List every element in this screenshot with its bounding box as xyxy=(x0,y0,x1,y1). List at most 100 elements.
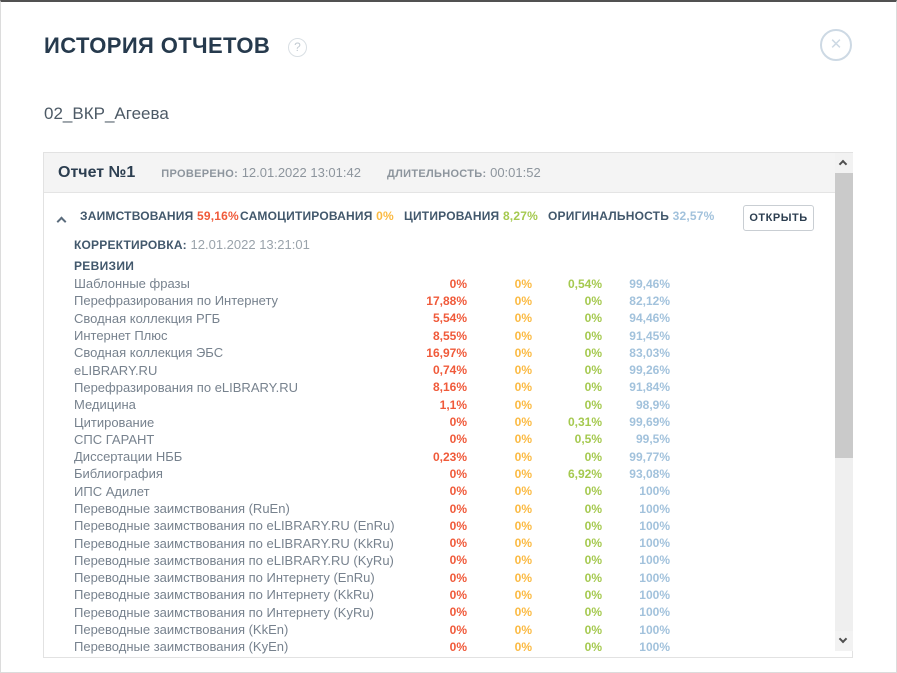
row-value-self-citations: 0% xyxy=(467,467,532,481)
open-report-button[interactable]: ОТКРЫТЬ xyxy=(743,205,814,231)
row-value-citations: 0,54% xyxy=(532,277,602,291)
row-value-borrowings: 0% xyxy=(422,502,467,516)
stat-citations-label: ЦИТИРОВАНИЯ xyxy=(404,209,499,223)
table-row: Переводные заимствования по eLIBRARY.RU … xyxy=(44,517,832,534)
duration-label: ДЛИТЕЛЬНОСТЬ: xyxy=(387,168,487,180)
row-label: Цитирование xyxy=(74,415,422,430)
collapse-chevron-icon[interactable] xyxy=(58,212,72,224)
row-value-self-citations: 0% xyxy=(467,623,532,637)
row-label: Переводные заимствования по Интернету (K… xyxy=(74,605,422,620)
stat-self-citations-label: САМОЦИТИРОВАНИЯ xyxy=(240,209,373,223)
close-icon: ✕ xyxy=(830,36,843,53)
row-value-self-citations: 0% xyxy=(467,380,532,394)
row-label: Диссертации НББ xyxy=(74,449,422,464)
row-value-citations: 0% xyxy=(532,346,602,360)
row-value-citations: 0% xyxy=(532,553,602,567)
row-value-originality: 91,45% xyxy=(602,329,670,343)
row-value-borrowings: 0,23% xyxy=(422,450,467,464)
row-value-self-citations: 0% xyxy=(467,329,532,343)
row-value-citations: 0% xyxy=(532,536,602,550)
row-label: Переводные заимствования по Интернету (K… xyxy=(74,587,422,602)
row-value-originality: 82,12% xyxy=(602,294,670,308)
row-value-self-citations: 0% xyxy=(467,484,532,498)
table-row: Переводные заимствования (KkEn) 0% 0% 0%… xyxy=(44,621,832,638)
row-value-originality: 99,69% xyxy=(602,415,670,429)
row-value-borrowings: 0% xyxy=(422,640,467,654)
chevron-down-icon xyxy=(839,635,847,643)
row-value-originality: 100% xyxy=(602,623,670,637)
row-value-citations: 0% xyxy=(532,363,602,377)
row-value-originality: 100% xyxy=(602,502,670,516)
row-value-borrowings: 0% xyxy=(422,432,467,446)
correction-value: 12.01.2022 13:21:01 xyxy=(191,237,310,252)
table-row: Перефразирования по Интернету 17,88% 0% … xyxy=(44,292,832,309)
row-label: Перефразирования по eLIBRARY.RU xyxy=(74,380,422,395)
row-label: Медицина xyxy=(74,397,422,412)
row-value-borrowings: 0% xyxy=(422,536,467,550)
help-icon[interactable]: ? xyxy=(288,38,307,57)
revisions-table: Шаблонные фразы 0% 0% 0,54% 99,46% Переф… xyxy=(44,275,832,656)
duration-meta: ДЛИТЕЛЬНОСТЬ: 00:01:52 xyxy=(387,165,541,180)
row-value-self-citations: 0% xyxy=(467,415,532,429)
row-label: Библиография xyxy=(74,466,422,481)
report-card: Отчет №1 ПРОВЕРЕНО: 12.01.2022 13:01:42 … xyxy=(43,152,853,658)
row-label: Шаблонные фразы xyxy=(74,276,422,291)
checked-label: ПРОВЕРЕНО: xyxy=(161,168,238,180)
table-row: Цитирование 0% 0% 0,31% 99,69% xyxy=(44,413,832,430)
row-value-citations: 0% xyxy=(532,311,602,325)
scrollbar-thumb[interactable] xyxy=(835,173,853,458)
report-card-header: Отчет №1 ПРОВЕРЕНО: 12.01.2022 13:01:42 … xyxy=(44,153,852,193)
row-value-originality: 99,46% xyxy=(602,277,670,291)
row-value-borrowings: 17,88% xyxy=(422,294,467,308)
table-row: ИПС Адилет 0% 0% 0% 100% xyxy=(44,483,832,500)
stat-borrowings-value: 59,16% xyxy=(197,209,239,223)
row-value-citations: 0% xyxy=(532,502,602,516)
row-value-originality: 99,5% xyxy=(602,432,670,446)
row-value-originality: 83,03% xyxy=(602,346,670,360)
table-row: Сводная коллекция РГБ 5,54% 0% 0% 94,46% xyxy=(44,310,832,327)
row-value-citations: 0% xyxy=(532,605,602,619)
row-value-citations: 0,5% xyxy=(532,432,602,446)
scroll-down-button[interactable] xyxy=(835,631,853,651)
row-value-citations: 0% xyxy=(532,380,602,394)
row-value-originality: 100% xyxy=(602,605,670,619)
row-value-self-citations: 0% xyxy=(467,605,532,619)
duration-value: 00:01:52 xyxy=(490,165,541,180)
row-label: ИПС Адилет xyxy=(74,484,422,499)
table-row: Перефразирования по eLIBRARY.RU 8,16% 0%… xyxy=(44,379,832,396)
table-row: Переводные заимствования (KyEn) 0% 0% 0%… xyxy=(44,638,832,655)
close-button[interactable]: ✕ xyxy=(820,29,852,61)
scrollbar-track[interactable] xyxy=(835,153,853,651)
row-value-originality: 100% xyxy=(602,571,670,585)
table-row: Медицина 1,1% 0% 0% 98,9% xyxy=(44,396,832,413)
scroll-up-button[interactable] xyxy=(835,153,853,173)
row-value-self-citations: 0% xyxy=(467,588,532,602)
row-value-citations: 0% xyxy=(532,484,602,498)
row-value-citations: 0% xyxy=(532,588,602,602)
row-label: Переводные заимствования (RuEn) xyxy=(74,501,422,516)
row-label: eLIBRARY.RU xyxy=(74,363,422,378)
row-value-self-citations: 0% xyxy=(467,553,532,567)
row-value-originality: 94,46% xyxy=(602,311,670,325)
row-value-self-citations: 0% xyxy=(467,450,532,464)
row-label: Переводные заимствования (KkEn) xyxy=(74,622,422,637)
row-value-originality: 99,77% xyxy=(602,450,670,464)
stat-citations: ЦИТИРОВАНИЯ 8,27% xyxy=(404,209,538,223)
row-value-borrowings: 0% xyxy=(422,553,467,567)
table-row: Библиография 0% 0% 6,92% 93,08% xyxy=(44,465,832,482)
stat-self-citations: САМОЦИТИРОВАНИЯ 0% xyxy=(240,209,394,223)
row-value-originality: 99,26% xyxy=(602,363,670,377)
row-value-borrowings: 0% xyxy=(422,467,467,481)
table-row: Переводные заимствования по Интернету (K… xyxy=(44,604,832,621)
row-value-borrowings: 0% xyxy=(422,484,467,498)
stat-borrowings: ЗАИМСТВОВАНИЯ 59,16% xyxy=(80,209,239,223)
table-row: СПС ГАРАНТ 0% 0% 0,5% 99,5% xyxy=(44,431,832,448)
row-value-citations: 0% xyxy=(532,623,602,637)
row-value-self-citations: 0% xyxy=(467,294,532,308)
row-label: Переводные заимствования по Интернету (E… xyxy=(74,570,422,585)
row-label: Переводные заимствования по eLIBRARY.RU … xyxy=(74,536,422,551)
row-value-borrowings: 0% xyxy=(422,415,467,429)
row-value-self-citations: 0% xyxy=(467,502,532,516)
table-row: Переводные заимствования (RuEn) 0% 0% 0%… xyxy=(44,500,832,517)
row-value-originality: 98,9% xyxy=(602,398,670,412)
